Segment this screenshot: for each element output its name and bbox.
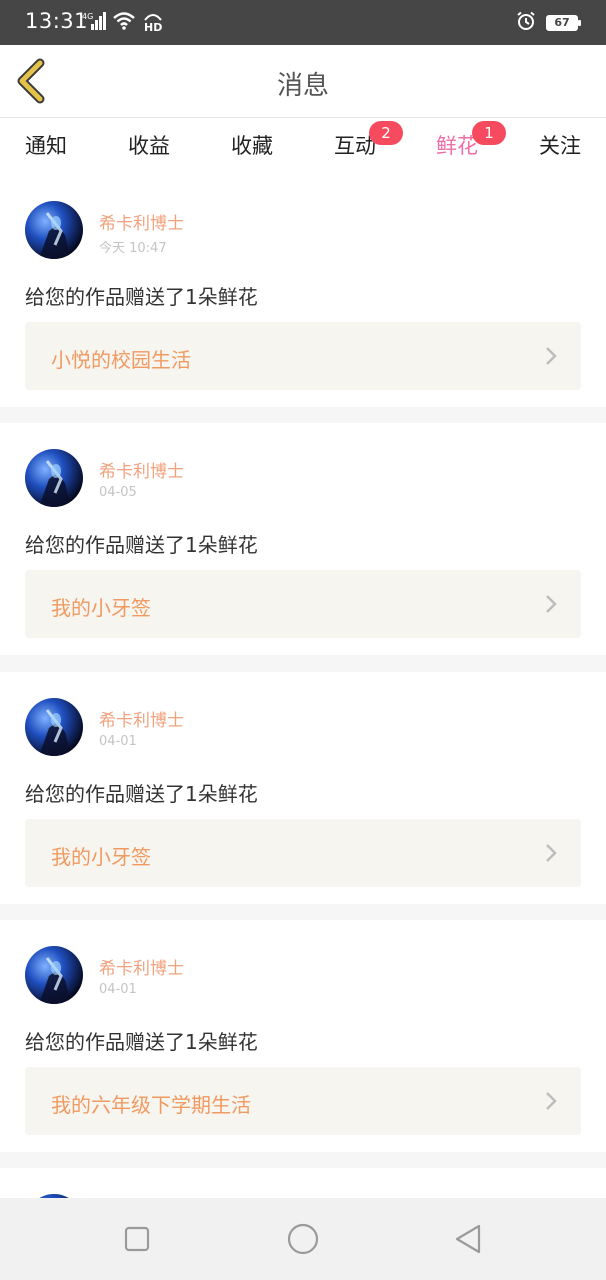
- wifi-icon: [112, 11, 136, 35]
- chevron-right-icon: [546, 595, 557, 613]
- svg-text:HD: HD: [144, 21, 162, 32]
- timestamp: 04-01: [99, 734, 137, 749]
- avatar[interactable]: [25, 946, 83, 1004]
- work-title: 我的小牙签: [51, 845, 151, 869]
- notification-message: 给您的作品赠送了1朵鲜花: [25, 285, 258, 309]
- timestamp: 04-05: [99, 485, 137, 500]
- tab-following[interactable]: 关注: [525, 130, 595, 160]
- sender-name[interactable]: 希卡利博士: [99, 457, 184, 482]
- timestamp: 04-01: [99, 982, 137, 997]
- tab-flowers[interactable]: 鲜花 1: [422, 121, 506, 178]
- sender-name[interactable]: 希卡利博士: [99, 209, 184, 234]
- work-title: 小悦的校园生活: [51, 348, 191, 372]
- sender-name[interactable]: 希卡利博士: [99, 706, 184, 731]
- notification-card: 希卡利博士 04-01 给您的作品赠送了1朵鲜花 我的六年级下学期生活: [0, 920, 606, 1152]
- tab-label: 鲜花: [436, 134, 478, 158]
- work-link[interactable]: 我的小牙签: [25, 570, 581, 638]
- back-icon[interactable]: [452, 1222, 486, 1256]
- tab-label: 收益: [128, 134, 170, 158]
- tab-interactions[interactable]: 互动 2: [320, 121, 403, 160]
- work-link[interactable]: 小悦的校园生活: [25, 322, 581, 390]
- tab-label: 关注: [539, 134, 581, 158]
- tab-favorites[interactable]: 收藏: [217, 130, 287, 160]
- system-nav-bar: [0, 1198, 606, 1280]
- battery-icon: 67: [546, 15, 581, 31]
- status-bar: 13:31 4G HD 67: [0, 0, 606, 45]
- chevron-right-icon: [546, 1092, 557, 1110]
- notification-card: 希卡利博士 04-05 给您的作品赠送了1朵鲜花 我的小牙签: [0, 423, 606, 655]
- avatar[interactable]: [25, 698, 83, 756]
- status-icons-left: 4G HD: [82, 12, 164, 34]
- signal-icon: 4G: [82, 11, 106, 35]
- notification-message: 给您的作品赠送了1朵鲜花: [25, 533, 258, 557]
- avatar[interactable]: [25, 449, 83, 507]
- work-title: 我的六年级下学期生活: [51, 1093, 251, 1117]
- recent-apps-icon[interactable]: [120, 1222, 154, 1256]
- home-icon[interactable]: [286, 1222, 320, 1256]
- chevron-right-icon: [546, 844, 557, 862]
- tab-label: 收藏: [231, 134, 273, 158]
- work-link[interactable]: 我的小牙签: [25, 819, 581, 887]
- tab-notifications[interactable]: 通知: [11, 130, 81, 160]
- work-title: 我的小牙签: [51, 596, 151, 620]
- nav-bar: 消息: [0, 45, 606, 118]
- timestamp: 今天 10:47: [99, 241, 167, 256]
- notification-message: 给您的作品赠送了1朵鲜花: [25, 1030, 258, 1054]
- avatar[interactable]: [25, 201, 83, 259]
- hd-icon: HD: [142, 10, 164, 36]
- status-time: 13:31: [25, 9, 89, 33]
- work-link[interactable]: 我的六年级下学期生活: [25, 1067, 581, 1135]
- tab-label: 通知: [25, 134, 67, 158]
- page-title: 消息: [276, 71, 329, 101]
- unread-badge: 2: [369, 121, 403, 145]
- unread-badge: 1: [472, 121, 506, 145]
- chevron-right-icon: [546, 347, 557, 365]
- tab-earnings[interactable]: 收益: [114, 130, 184, 160]
- alarm-icon: [516, 11, 536, 35]
- notification-card: 希卡利博士 今天 10:47 给您的作品赠送了1朵鲜花 小悦的校园生活: [0, 175, 606, 407]
- notification-card: 希卡利博士 04-01 给您的作品赠送了1朵鲜花 我的小牙签: [0, 672, 606, 904]
- notification-message: 给您的作品赠送了1朵鲜花: [25, 782, 258, 806]
- status-icons-right: 67: [516, 11, 581, 35]
- tab-bar: 通知 收益 收藏 互动 2 鲜花 1 关注: [0, 118, 606, 178]
- svg-text:4G: 4G: [82, 12, 93, 21]
- sender-name[interactable]: 希卡利博士: [99, 954, 184, 979]
